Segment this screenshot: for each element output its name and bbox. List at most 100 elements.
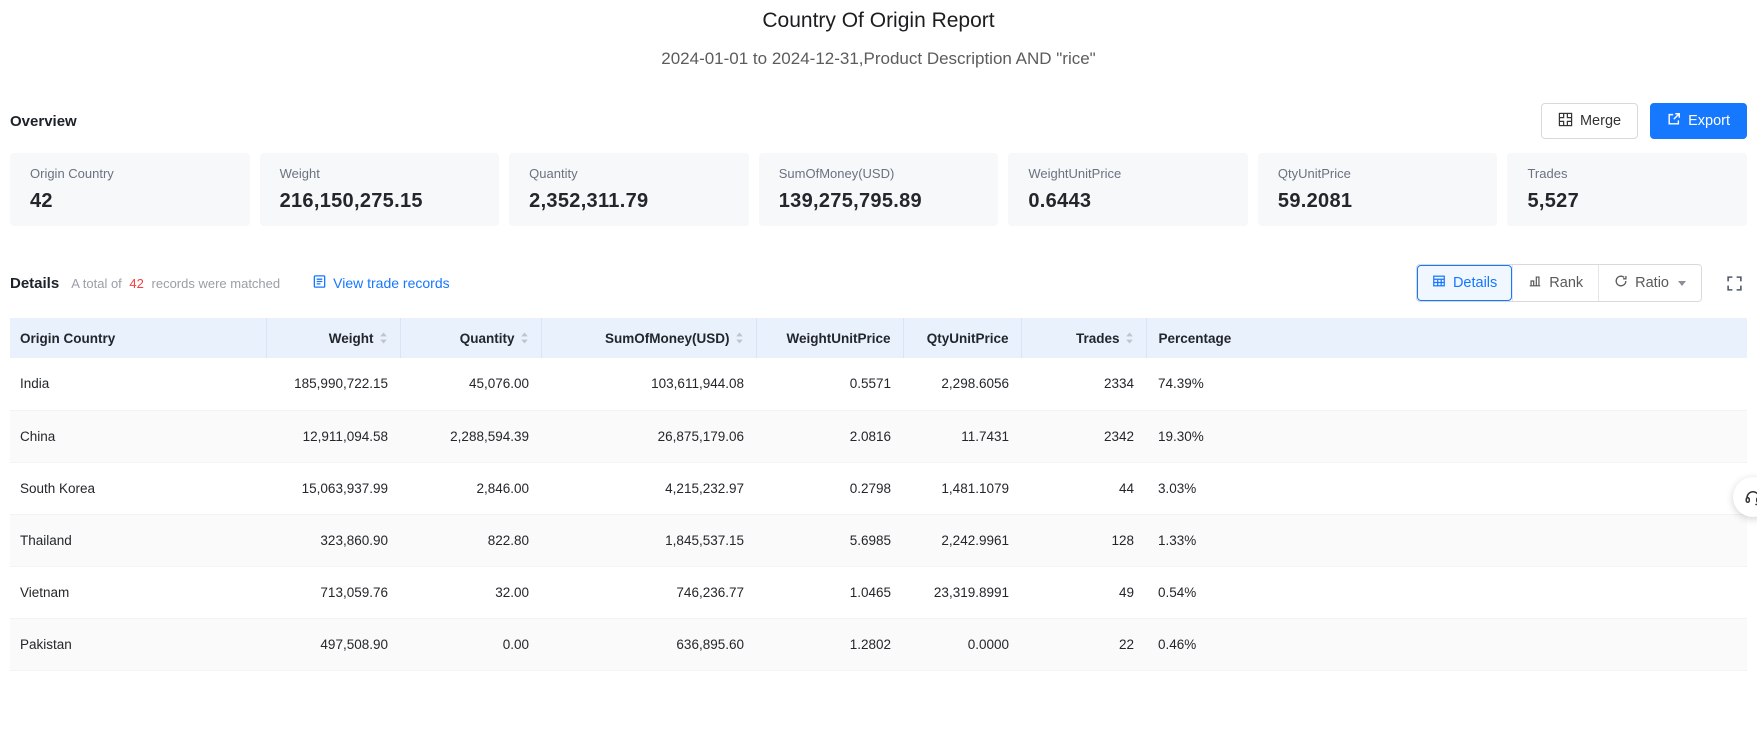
column-label: Trades <box>1075 330 1120 346</box>
cell-country: South Korea <box>10 462 266 515</box>
cell-percentage: 0.46% <box>1146 618 1747 671</box>
cell-country: Pakistan <box>10 618 266 671</box>
stat-card-value: 139,275,795.89 <box>778 190 922 212</box>
cell-weight-unit-price: 0.2798 <box>756 462 903 515</box>
cell-qty-unit-price: 11.7431 <box>903 410 1021 463</box>
sort-icon[interactable] <box>379 332 388 344</box>
sort-icon[interactable] <box>520 332 529 344</box>
column-header-percentage: Percentage <box>1146 318 1747 358</box>
cell-weight-unit-price: 1.2802 <box>756 618 903 671</box>
table-header: Origin Country Weight Quantity SumOfMone… <box>10 318 1747 358</box>
stat-card-value: 59.2081 <box>1277 190 1353 212</box>
cell-trades: 2342 <box>1021 410 1146 463</box>
column-header-weight-unit-price: WeightUnitPrice <box>756 318 904 358</box>
column-header-quantity[interactable]: Quantity <box>400 318 542 358</box>
cell-qty-unit-price: 2,242.9961 <box>903 514 1021 567</box>
cell-trades: 49 <box>1021 566 1146 619</box>
column-label: Percentage <box>1158 330 1232 346</box>
view-mode-switcher: Details Rank Ratio <box>1415 264 1702 302</box>
table-row-thailand: Thailand 323,860.90 822.80 1,845,537.15 … <box>10 514 1747 567</box>
view-trade-records-link[interactable]: View trade records <box>312 274 450 292</box>
stat-card-label: Trades <box>1527 166 1568 181</box>
merge-button-label: Merge <box>1579 113 1622 129</box>
column-label: Quantity <box>459 330 515 346</box>
cell-percentage: 74.39% <box>1146 358 1747 411</box>
column-label: Origin Country <box>20 330 116 346</box>
cell-sum: 4,215,232.97 <box>541 462 756 515</box>
table-row-india: India 185,990,722.15 45,076.00 103,611,9… <box>10 358 1747 411</box>
overview-bar: Overview Merge Export <box>10 103 1747 139</box>
page-title: Country Of Origin Report <box>762 9 995 32</box>
overview-cards: Origin Country 42 Weight 216,150,275.15 … <box>10 153 1748 226</box>
cell-weight: 713,059.76 <box>266 566 400 619</box>
cell-weight: 12,911,094.58 <box>266 410 400 463</box>
export-button[interactable]: Export <box>1650 103 1747 139</box>
cell-weight-unit-price: 0.5571 <box>756 358 903 411</box>
merge-button[interactable]: Merge <box>1540 103 1639 139</box>
overview-actions: Merge Export <box>1540 103 1747 139</box>
stat-card-weight: Weight 216,150,275.15 <box>259 153 500 226</box>
cell-weight: 323,860.90 <box>266 514 400 567</box>
export-icon <box>1667 112 1681 130</box>
cell-weight: 497,508.90 <box>266 618 400 671</box>
stat-card-value: 42 <box>30 190 53 212</box>
table-row-vietnam: Vietnam 713,059.76 32.00 746,236.77 1.04… <box>10 566 1747 619</box>
stat-card-weight-unit-price: WeightUnitPrice 0.6443 <box>1008 153 1248 226</box>
cell-quantity: 32.00 <box>400 566 541 619</box>
details-label: Details <box>10 274 60 292</box>
cell-percentage: 3.03% <box>1146 462 1747 515</box>
tab-details[interactable]: Details <box>1416 265 1513 301</box>
cell-weight-unit-price: 5.6985 <box>756 514 903 567</box>
cell-trades: 128 <box>1021 514 1146 567</box>
tab-ratio-label: Ratio <box>1635 275 1669 291</box>
trade-link-label: View trade records <box>333 275 450 291</box>
cell-percentage: 1.33% <box>1146 514 1747 567</box>
cell-sum: 1,845,537.15 <box>541 514 756 567</box>
column-label: SumOfMoney(USD) <box>605 330 730 346</box>
table-row-south-korea: South Korea 15,063,937.99 2,846.00 4,215… <box>10 462 1747 515</box>
summary-suffix: records were matched <box>151 275 281 291</box>
fullscreen-button[interactable] <box>1722 271 1747 296</box>
cell-weight: 15,063,937.99 <box>266 462 400 515</box>
sort-icon[interactable] <box>735 332 744 344</box>
summary-count: 42 <box>129 275 144 291</box>
tab-rank[interactable]: Rank <box>1512 265 1599 301</box>
table-row-pakistan: Pakistan 497,508.90 0.00 636,895.60 1.28… <box>10 618 1747 671</box>
stat-card-value: 5,527 <box>1527 190 1580 212</box>
stat-card-qty-unit-price: QtyUnitPrice 59.2081 <box>1257 153 1498 226</box>
details-left: Details A total of 42 records were match… <box>10 274 1416 292</box>
stat-card-value: 0.6443 <box>1028 190 1092 212</box>
stat-card-value: 216,150,275.15 <box>279 190 423 212</box>
stat-card-label: Origin Country <box>30 166 114 181</box>
stat-card-label: QtyUnitPrice <box>1277 166 1351 181</box>
tab-details-label: Details <box>1452 275 1498 291</box>
trade-records-icon <box>312 274 327 292</box>
table-row-china: China 12,911,094.58 2,288,594.39 26,875,… <box>10 410 1747 463</box>
tab-ratio[interactable]: Ratio <box>1598 265 1701 301</box>
cell-percentage: 0.54% <box>1146 566 1747 619</box>
ratio-refresh-icon <box>1614 274 1628 292</box>
cell-qty-unit-price: 0.0000 <box>903 618 1021 671</box>
cell-sum: 26,875,179.06 <box>541 410 756 463</box>
column-label: QtyUnitPrice <box>926 330 1009 346</box>
report-subtitle: 2024-01-01 to 2024-12-31,Product Descrip… <box>661 49 1096 68</box>
cell-country: Thailand <box>10 514 266 567</box>
tab-rank-label: Rank <box>1549 275 1584 291</box>
overview-label: Overview <box>10 112 77 130</box>
column-header-trades[interactable]: Trades <box>1021 318 1147 358</box>
cell-quantity: 822.80 <box>400 514 541 567</box>
summary-prefix: A total of <box>71 275 122 291</box>
sort-icon[interactable] <box>1125 332 1134 344</box>
cell-qty-unit-price: 2,298.6056 <box>903 358 1021 411</box>
column-header-weight[interactable]: Weight <box>266 318 401 358</box>
cell-sum: 636,895.60 <box>541 618 756 671</box>
column-header-sum-of-money[interactable]: SumOfMoney(USD) <box>541 318 757 358</box>
export-button-label: Export <box>1688 113 1730 129</box>
column-header-origin-country: Origin Country <box>10 318 267 358</box>
details-bar: Details A total of 42 records were match… <box>10 264 1747 302</box>
details-table-icon <box>1432 274 1446 292</box>
table-body: India 185,990,722.15 45,076.00 103,611,9… <box>10 358 1747 671</box>
cell-sum: 103,611,944.08 <box>541 358 756 411</box>
stat-card-label: SumOfMoney(USD) <box>778 166 895 181</box>
stat-card-quantity: Quantity 2,352,311.79 <box>509 153 749 226</box>
